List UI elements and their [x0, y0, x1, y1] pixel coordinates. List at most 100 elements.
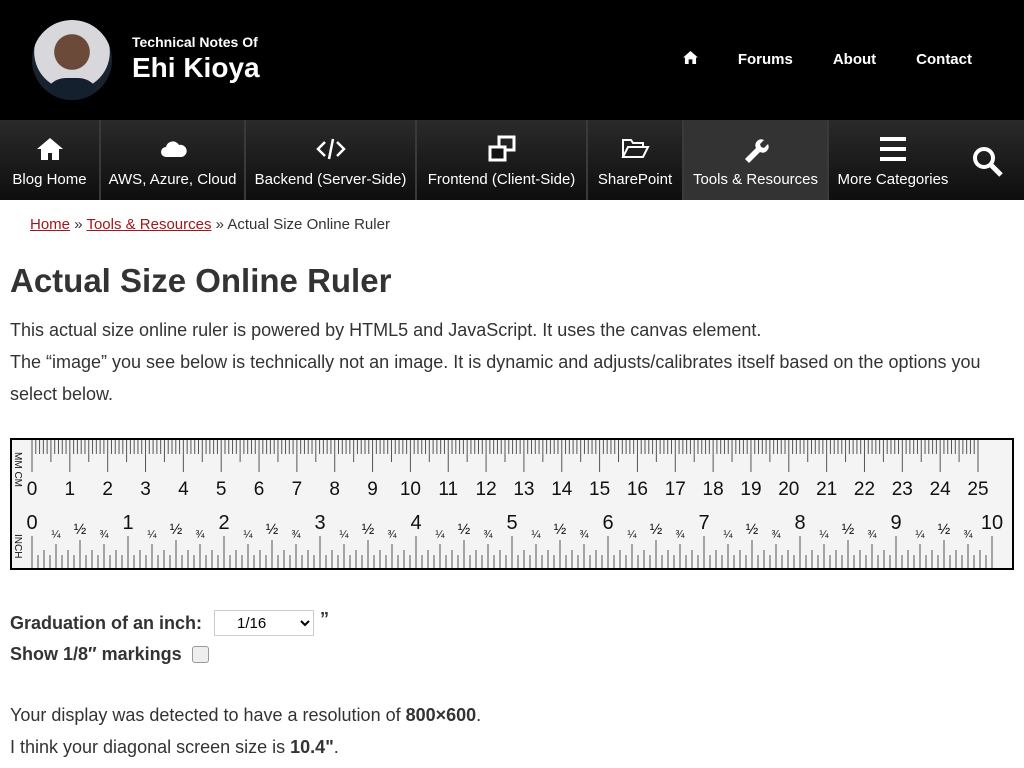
nav-label: Backend (Server-Side) — [254, 171, 407, 188]
nav-label: SharePoint — [597, 171, 673, 188]
fraction-label: ½ — [554, 521, 567, 538]
fraction-label: ½ — [458, 521, 471, 538]
fraction-label: ¾ — [387, 529, 397, 541]
fraction-label: ½ — [362, 521, 375, 538]
mm-cm-label: MM CM — [12, 452, 23, 487]
breadcrumb-sep: » — [215, 216, 225, 233]
cm-label: 16 — [627, 479, 648, 500]
inch-label: 4 — [410, 512, 421, 534]
cm-label: 6 — [254, 479, 265, 500]
cm-label: 1 — [65, 479, 76, 500]
breadcrumb-tools[interactable]: Tools & Resources — [86, 216, 211, 233]
cm-label: 4 — [178, 479, 189, 500]
fraction-label: ¼ — [819, 529, 829, 541]
fraction-label: ½ — [746, 521, 759, 538]
nav-sharepoint[interactable]: SharePoint — [588, 120, 684, 200]
fraction-label: ¼ — [435, 529, 445, 541]
fraction-label: ½ — [650, 521, 663, 538]
cm-label: 11 — [438, 479, 458, 500]
resolution-text: Your display was detected to have a reso… — [10, 705, 482, 725]
nav-label: More Categories — [837, 171, 949, 188]
eighth-label: Show 1/8″ markings — [10, 644, 182, 664]
screen-size-text: I think your diagonal screen size is 10.… — [10, 737, 339, 757]
cm-label: 5 — [216, 479, 227, 500]
folder-open-icon — [621, 139, 650, 158]
cm-label: 7 — [292, 479, 303, 500]
cm-label: 14 — [551, 479, 573, 500]
fraction-label: ¾ — [675, 529, 685, 541]
cm-label: 13 — [513, 479, 534, 500]
avatar[interactable] — [32, 20, 112, 100]
link-forums[interactable]: Forums — [738, 51, 793, 68]
graduation-select[interactable]: 1/16 — [214, 610, 314, 636]
code-icon — [315, 138, 346, 160]
fraction-label: ¾ — [99, 529, 109, 541]
cm-label: 22 — [854, 479, 875, 500]
inch-label: 2 — [218, 512, 229, 534]
cm-label: 20 — [778, 479, 799, 500]
resolution-value: 800×600 — [405, 705, 477, 725]
home-icon — [36, 138, 63, 160]
fraction-label: ¾ — [771, 529, 781, 541]
screen-size-value: 10.4" — [290, 737, 334, 757]
fraction-label: ¼ — [915, 529, 925, 541]
fraction-label: ½ — [74, 521, 87, 538]
breadcrumb-current: Actual Size Online Ruler — [227, 216, 390, 233]
nav-blog-home[interactable]: Blog Home — [0, 120, 101, 200]
nav-tools[interactable]: Tools & Resources — [684, 120, 829, 200]
inch-label: 3 — [314, 512, 325, 534]
page-title: Actual Size Online Ruler — [10, 262, 392, 299]
eighth-row: Show 1/8″ markings — [10, 644, 209, 665]
window-restore-icon — [488, 135, 515, 162]
fraction-label: ¾ — [483, 529, 493, 541]
fraction-label: ¼ — [147, 529, 157, 541]
site-title[interactable]: Ehi Kioya — [132, 52, 260, 84]
cm-label: 2 — [102, 479, 113, 500]
inch-label: 8 — [794, 512, 805, 534]
graduation-row: Graduation of an inch: 1/16 ” — [10, 608, 329, 636]
cm-label: 23 — [892, 479, 913, 500]
cm-label: 24 — [930, 479, 952, 500]
fraction-label: ¼ — [627, 529, 637, 541]
site-header: Technical Notes Of Ehi Kioya Forums Abou… — [0, 0, 1024, 120]
cm-label: 18 — [703, 479, 724, 500]
nav-label: Frontend (Client-Side) — [427, 171, 576, 188]
cm-label: 21 — [816, 479, 837, 500]
nav-frontend[interactable]: Frontend (Client-Side) — [417, 120, 588, 200]
nav-more[interactable]: More Categories — [829, 120, 957, 200]
intro-text: This actual size online ruler is powered… — [10, 320, 762, 340]
fraction-label: ¾ — [291, 529, 301, 541]
inch-label: 0 — [26, 512, 37, 534]
fraction-label: ¾ — [867, 529, 877, 541]
fraction-label: ¼ — [339, 529, 349, 541]
fraction-label: ¼ — [531, 529, 541, 541]
cm-label: 25 — [967, 479, 988, 500]
inch-symbol: ” — [320, 608, 329, 629]
cm-label: 8 — [329, 479, 340, 500]
inch-label: 5 — [506, 512, 517, 534]
eighth-checkbox[interactable] — [191, 646, 209, 663]
nav-backend[interactable]: Backend (Server-Side) — [246, 120, 417, 200]
site-subtitle: Technical Notes Of — [132, 34, 258, 50]
inch-label: 6 — [602, 512, 613, 534]
home-icon[interactable] — [682, 51, 698, 68]
inch-label: 7 — [698, 512, 709, 534]
search-icon[interactable] — [972, 146, 1004, 178]
breadcrumb-home[interactable]: Home — [30, 216, 70, 233]
link-contact[interactable]: Contact — [916, 51, 972, 68]
breadcrumb-sep: » — [74, 216, 83, 233]
cm-label: 3 — [140, 479, 151, 500]
fraction-label: ¾ — [579, 529, 589, 541]
main-nav: Blog Home AWS, Azure, Cloud Backend (Ser… — [0, 120, 1024, 200]
cm-label: 12 — [476, 479, 497, 500]
cm-label: 9 — [367, 479, 378, 500]
cm-label: 0 — [27, 479, 38, 500]
fraction-label: ¼ — [723, 529, 733, 541]
fraction-label: ½ — [842, 521, 855, 538]
intro-text-2: The “image” you see below is technically… — [10, 352, 981, 404]
inch-side-label: INCH — [12, 534, 23, 558]
nav-label: Blog Home — [12, 171, 87, 188]
fraction-label: ¼ — [243, 529, 253, 541]
nav-cloud[interactable]: AWS, Azure, Cloud — [101, 120, 246, 200]
link-about[interactable]: About — [833, 51, 876, 68]
